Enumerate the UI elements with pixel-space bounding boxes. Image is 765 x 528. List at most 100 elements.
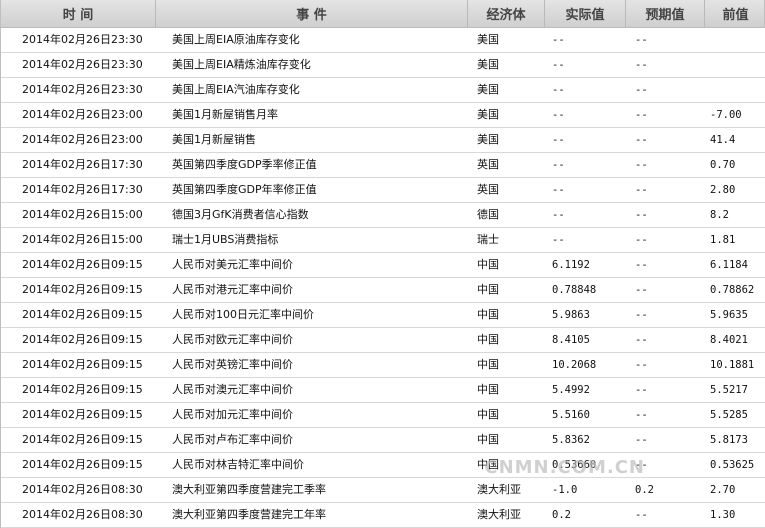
- header-previous: 前值: [722, 8, 749, 23]
- table-row: 2014年02月26日08:30 澳大利亚第四季度营建完工季率 澳大利亚 -1.…: [1, 478, 765, 503]
- event-cell: 瑞士1月UBS消费指标: [172, 233, 279, 246]
- table-row: 2014年02月26日09:15 人民币对港元汇率中间价 中国 0.78848 …: [1, 278, 765, 303]
- previous-cell: [705, 53, 765, 77]
- time-cell: 2014年02月26日08:30: [22, 483, 143, 496]
- previous-cell: 10.1881: [710, 359, 755, 371]
- time-cell: 2014年02月26日23:30: [22, 58, 143, 71]
- forecast-cell: --: [635, 234, 648, 246]
- previous-cell: 8.4021: [710, 334, 748, 346]
- actual-cell: --: [552, 59, 565, 71]
- economy-cell: 英国: [477, 183, 499, 196]
- time-cell: 2014年02月26日23:00: [22, 133, 143, 146]
- economy-cell: 美国: [477, 83, 499, 96]
- forecast-cell: --: [635, 209, 648, 221]
- event-cell: 英国第四季度GDP季率修正值: [172, 158, 317, 171]
- table-row: 2014年02月26日08:30 澳大利亚第四季度营建完工年率 澳大利亚 0.2…: [1, 503, 765, 528]
- time-cell: 2014年02月26日09:15: [22, 433, 143, 446]
- table-body: 2014年02月26日23:30 美国上周EIA原油库存变化 美国 -- -- …: [1, 28, 765, 528]
- forecast-cell: --: [635, 84, 648, 96]
- economy-cell: 美国: [477, 33, 499, 46]
- economy-cell: 中国: [477, 283, 499, 296]
- table-row: 2014年02月26日23:30 美国上周EIA汽油库存变化 美国 -- --: [1, 78, 765, 103]
- event-cell: 美国上周EIA原油库存变化: [172, 33, 300, 46]
- forecast-cell: --: [635, 309, 648, 321]
- forecast-cell: --: [635, 384, 648, 396]
- time-cell: 2014年02月26日17:30: [22, 158, 143, 171]
- event-cell: 人民币对澳元汇率中间价: [172, 383, 293, 396]
- previous-cell: 0.78862: [710, 284, 755, 296]
- previous-cell: 5.5217: [710, 384, 748, 396]
- event-cell: 澳大利亚第四季度营建完工年率: [172, 508, 326, 521]
- actual-cell: 0.2: [552, 509, 571, 521]
- event-cell: 人民币对港元汇率中间价: [172, 283, 293, 296]
- event-cell: 人民币对欧元汇率中间价: [172, 333, 293, 346]
- forecast-cell: --: [635, 159, 648, 171]
- table-row: 2014年02月26日09:15 人民币对加元汇率中间价 中国 5.5160 -…: [1, 403, 765, 428]
- forecast-cell: --: [635, 34, 648, 46]
- event-cell: 人民币对卢布汇率中间价: [172, 433, 293, 446]
- economy-cell: 中国: [477, 358, 499, 371]
- event-cell: 人民币对100日元汇率中间价: [172, 308, 314, 321]
- header-event: 事 件: [156, 0, 468, 27]
- forecast-cell: --: [635, 334, 648, 346]
- table-row: 2014年02月26日09:15 人民币对100日元汇率中间价 中国 5.986…: [1, 303, 765, 328]
- event-cell: 美国上周EIA汽油库存变化: [172, 83, 300, 96]
- forecast-cell: --: [635, 259, 648, 271]
- economy-cell: 中国: [477, 383, 499, 396]
- header-economy: 经济体: [468, 0, 545, 27]
- time-cell: 2014年02月26日15:00: [22, 208, 143, 221]
- table-header: 时 间 事 件 经济体 实际值 预期值 前值: [1, 0, 764, 28]
- forecast-cell: --: [635, 134, 648, 146]
- actual-cell: --: [552, 134, 565, 146]
- forecast-cell: --: [635, 59, 648, 71]
- time-cell: 2014年02月26日09:15: [22, 283, 143, 296]
- actual-cell: --: [552, 34, 565, 46]
- table-row: 2014年02月26日09:15 人民币对英镑汇率中间价 中国 10.2068 …: [1, 353, 765, 378]
- forecast-cell: --: [635, 359, 648, 371]
- forecast-cell: --: [635, 459, 648, 471]
- economy-cell: 瑞士: [477, 233, 499, 246]
- header-actual: 实际值: [545, 0, 626, 27]
- event-cell: 人民币对林吉特汇率中间价: [172, 458, 304, 471]
- economy-cell: 中国: [477, 308, 499, 321]
- table-row: 2014年02月26日09:15 人民币对澳元汇率中间价 中国 5.4992 -…: [1, 378, 765, 403]
- economy-cell: 美国: [477, 133, 499, 146]
- previous-cell: -7.00: [710, 109, 742, 121]
- economy-cell: 英国: [477, 158, 499, 171]
- forecast-cell: --: [635, 434, 648, 446]
- time-cell: 2014年02月26日23:30: [22, 83, 143, 96]
- actual-cell: 5.4992: [552, 384, 590, 396]
- time-cell: 2014年02月26日08:30: [22, 508, 143, 521]
- event-cell: 美国上周EIA精炼油库存变化: [172, 58, 311, 71]
- actual-cell: 8.4105: [552, 334, 590, 346]
- time-cell: 2014年02月26日09:15: [22, 308, 143, 321]
- economy-cell: 美国: [477, 58, 499, 71]
- previous-cell: 5.9635: [710, 309, 748, 321]
- table-row: 2014年02月26日09:15 人民币对欧元汇率中间价 中国 8.4105 -…: [1, 328, 765, 353]
- previous-cell: 6.1184: [710, 259, 748, 271]
- actual-cell: 0.53660: [552, 459, 597, 471]
- actual-cell: 5.5160: [552, 409, 590, 421]
- forecast-cell: 0.2: [635, 484, 654, 496]
- time-cell: 2014年02月26日09:15: [22, 408, 143, 421]
- table-row: 2014年02月26日17:30 英国第四季度GDP季率修正值 英国 -- --…: [1, 153, 765, 178]
- actual-cell: --: [552, 209, 565, 221]
- forecast-cell: --: [635, 284, 648, 296]
- table-row: 2014年02月26日23:00 美国1月新屋销售 美国 -- -- 41.4: [1, 128, 765, 153]
- event-cell: 人民币对美元汇率中间价: [172, 258, 293, 271]
- time-cell: 2014年02月26日15:00: [22, 233, 143, 246]
- time-cell: 2014年02月26日23:30: [22, 33, 143, 46]
- event-cell: 人民币对加元汇率中间价: [172, 408, 293, 421]
- actual-cell: 6.1192: [552, 259, 590, 271]
- previous-cell: 0.70: [710, 159, 736, 171]
- time-cell: 2014年02月26日09:15: [22, 383, 143, 396]
- table-row: 2014年02月26日17:30 英国第四季度GDP年率修正值 英国 -- --…: [1, 178, 765, 203]
- table-row: 2014年02月26日15:00 瑞士1月UBS消费指标 瑞士 -- -- 1.…: [1, 228, 765, 253]
- event-cell: 澳大利亚第四季度营建完工季率: [172, 483, 326, 496]
- actual-cell: --: [552, 109, 565, 121]
- forecast-cell: --: [635, 409, 648, 421]
- event-cell: 德国3月GfK消费者信心指数: [172, 208, 309, 221]
- event-cell: 美国1月新屋销售月率: [172, 108, 278, 121]
- economy-cell: 德国: [477, 208, 499, 221]
- actual-cell: 0.78848: [552, 284, 597, 296]
